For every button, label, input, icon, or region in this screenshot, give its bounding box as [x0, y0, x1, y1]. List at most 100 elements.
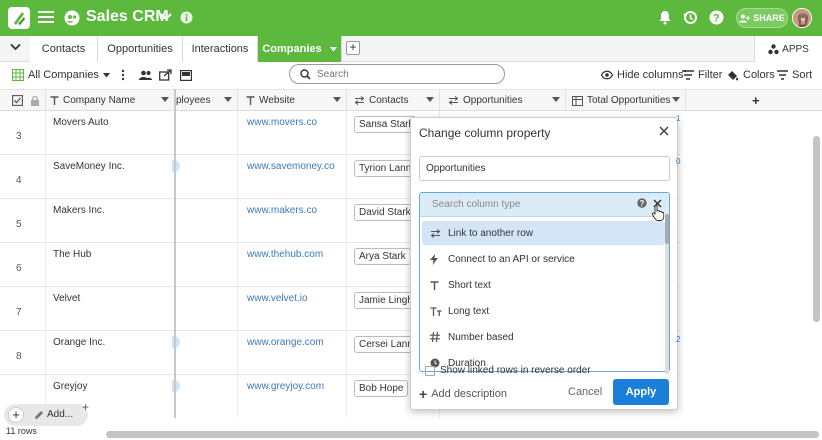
- form-view-icon[interactable]: [180, 62, 192, 88]
- add-plus-icon[interactable]: +: [82, 400, 89, 414]
- chevron-down-icon[interactable]: [10, 43, 21, 51]
- website-cell[interactable]: www.greyjoy.com: [238, 375, 347, 418]
- employees-cell[interactable]: [175, 199, 238, 243]
- column-header-opportunities[interactable]: Opportunities: [440, 90, 566, 111]
- reverse-order-option[interactable]: Show linked rows in reverse order: [425, 365, 591, 376]
- colors-button[interactable]: Colors: [727, 62, 775, 88]
- vertical-scrollbar[interactable]: [813, 136, 820, 322]
- contact-chip[interactable]: Bob Hope: [354, 380, 409, 397]
- company-name-cell[interactable]: Velvet: [46, 287, 175, 331]
- company-name-cell[interactable]: Makers Inc.: [46, 199, 175, 243]
- caret-down-icon[interactable]: [224, 97, 232, 102]
- caret-down-icon[interactable]: [161, 97, 169, 102]
- view-toolbar: All Companies Hide columns Filter Colors…: [0, 62, 822, 88]
- plus-icon: +: [419, 386, 428, 402]
- add-row-button[interactable]: +: [8, 407, 24, 423]
- apps-label: APPS: [782, 43, 809, 55]
- tab-opportunities[interactable]: Opportunities: [98, 36, 183, 62]
- frozen-column-divider[interactable]: [174, 89, 176, 440]
- company-name-cell[interactable]: Orange Inc.: [46, 331, 175, 375]
- website-cell[interactable]: www.makers.co: [238, 199, 347, 243]
- website-cell[interactable]: www.velvet.io: [238, 287, 347, 331]
- apply-button[interactable]: Apply: [613, 379, 669, 405]
- column-type-option-short-text[interactable]: Short text: [422, 273, 665, 297]
- add-column-button[interactable]: +: [752, 93, 760, 108]
- caret-down-icon[interactable]: [426, 97, 434, 102]
- website-cell[interactable]: www.savemoney.co: [238, 155, 347, 199]
- caret-down-icon[interactable]: [333, 97, 341, 102]
- close-icon[interactable]: [659, 126, 669, 136]
- reverse-order-checkbox[interactable]: [425, 365, 435, 376]
- more-options-icon[interactable]: [121, 62, 125, 88]
- info-icon[interactable]: [180, 11, 193, 24]
- row-number: 4: [0, 155, 46, 199]
- column-header-employees[interactable]: ployees: [176, 90, 238, 111]
- website-cell[interactable]: www.thehub.com: [238, 243, 347, 287]
- website-cell[interactable]: www.orange.com: [238, 331, 347, 375]
- column-type-option-long-text[interactable]: Long text: [422, 299, 665, 323]
- filter-button[interactable]: Filter: [682, 62, 722, 88]
- column-type-search-input[interactable]: Search column type: [420, 193, 669, 217]
- column-type-option-api[interactable]: Connect to an API or service: [422, 247, 665, 271]
- employees-cell[interactable]: [172, 331, 238, 375]
- tab-companies[interactable]: Companies: [258, 36, 342, 62]
- dropdown-scrollbar-thumb[interactable]: [665, 214, 669, 244]
- tab-contacts[interactable]: Contacts: [30, 36, 98, 62]
- add-description-button[interactable]: + Add description: [419, 386, 507, 402]
- column-name-field[interactable]: Opportunities: [419, 156, 670, 181]
- contact-chip[interactable]: David Stark: [354, 204, 416, 221]
- tab-companies-label: Companies: [262, 43, 322, 55]
- apps-button[interactable]: APPS: [754, 36, 822, 62]
- contact-chip[interactable]: Sansa Stark: [354, 116, 416, 133]
- option-label: Short text: [448, 279, 491, 291]
- checkbox-icon[interactable]: [12, 95, 23, 106]
- help-icon[interactable]: ?: [709, 10, 724, 25]
- tab-interactions[interactable]: Interactions: [183, 36, 258, 62]
- caret-down-icon[interactable]: [672, 97, 680, 102]
- avatar[interactable]: [792, 8, 812, 28]
- company-name-cell[interactable]: Movers Auto: [46, 111, 175, 155]
- column-type-option-link[interactable]: Link to another row: [422, 221, 665, 245]
- caret-down-icon[interactable]: [329, 46, 337, 52]
- add-user-icon: [739, 14, 751, 22]
- hide-columns-button[interactable]: Hide columns: [601, 62, 684, 88]
- bell-icon[interactable]: [658, 10, 672, 25]
- column-type-option-number[interactable]: Number based: [422, 325, 665, 349]
- company-name-cell[interactable]: The Hub: [46, 243, 175, 287]
- help-icon[interactable]: ?: [637, 198, 647, 208]
- share-view-icon[interactable]: [159, 62, 172, 88]
- horizontal-scrollbar[interactable]: [106, 431, 819, 438]
- column-header-contacts[interactable]: Contacts: [347, 90, 440, 111]
- app-logo-icon[interactable]: [8, 7, 30, 29]
- cancel-button[interactable]: Cancel: [568, 386, 602, 398]
- history-icon[interactable]: [683, 10, 698, 25]
- menu-icon[interactable]: [38, 10, 54, 24]
- website-cell[interactable]: www.movers.co: [238, 111, 347, 155]
- contact-chip[interactable]: Arya Stark: [354, 248, 411, 265]
- employees-cell[interactable]: [175, 111, 238, 155]
- search-input[interactable]: [317, 68, 477, 80]
- search-box[interactable]: [289, 64, 505, 84]
- employees-cell[interactable]: [172, 375, 238, 418]
- collaborators-icon[interactable]: [139, 62, 152, 88]
- employees-cell[interactable]: [172, 155, 238, 199]
- employees-cell[interactable]: [175, 287, 238, 331]
- column-header-total-opportunities[interactable]: Total Opportunities: [566, 90, 686, 111]
- company-name-cell[interactable]: SaveMoney Inc.: [46, 155, 175, 199]
- share-button[interactable]: SHARE: [736, 8, 788, 28]
- add-record-button[interactable]: Add...: [34, 409, 73, 420]
- contact-chip[interactable]: Cersei Lannis: [354, 336, 416, 353]
- employees-cell[interactable]: [175, 243, 238, 287]
- app-title[interactable]: Sales CRM: [86, 8, 169, 26]
- contact-chip[interactable]: Tyrion Lannis: [354, 160, 416, 177]
- caret-down-icon[interactable]: [552, 97, 560, 102]
- view-selector[interactable]: All Companies: [12, 62, 110, 88]
- contact-chip[interactable]: Jamie Lingha: [354, 292, 416, 309]
- dropdown-scrollbar[interactable]: [665, 214, 669, 374]
- sort-button[interactable]: Sort: [777, 62, 812, 88]
- add-tab-button[interactable]: +: [346, 41, 360, 55]
- column-header-company[interactable]: Company Name: [46, 90, 175, 111]
- column-header-website[interactable]: Website: [238, 90, 347, 111]
- chevron-down-icon[interactable]: [160, 12, 172, 22]
- row-number: 5: [0, 199, 46, 243]
